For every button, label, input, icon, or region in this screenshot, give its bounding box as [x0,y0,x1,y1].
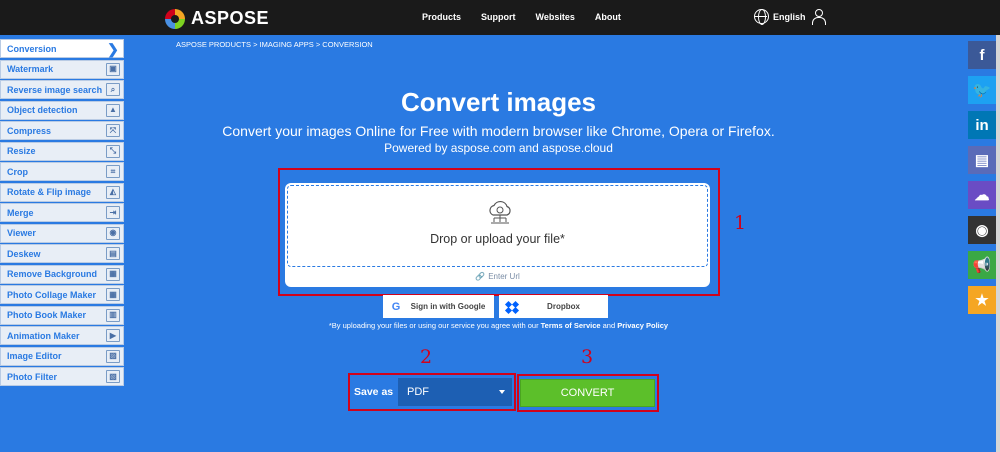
watermark-icon: ▣ [106,62,120,76]
convert-button[interactable]: CONVERT [520,379,655,407]
cloud-icon[interactable]: ☁ [968,181,996,209]
dropbox-icon [504,300,520,314]
chevron-right-icon: ❯ [107,40,119,57]
animation-icon: ▶ [106,329,120,342]
twitter-icon[interactable]: 🐦 [968,76,996,104]
language-label: English [773,11,806,22]
photo-book-icon: ▥ [106,308,120,322]
aspose-logo[interactable]: ASPOSE [165,8,269,29]
page-title: Convert images [400,87,597,117]
terms-and: and [600,321,618,330]
user-icon[interactable] [812,9,826,25]
star-icon[interactable]: ★ [968,286,996,314]
annotation-number-3: 3 [581,346,594,368]
sidebar-item-label: Crop [7,166,28,177]
annotation-number-2: 2 [420,346,433,368]
sidebar-item-label: Photo Filter [7,371,57,382]
document-icon[interactable]: ▤ [968,146,996,174]
facebook-icon[interactable]: f [968,41,996,69]
photo-filter-icon: ▧ [106,370,120,383]
nav-about[interactable]: About [595,12,621,22]
page-subtitle: Convert your images Online for Free with… [222,123,775,139]
rotate-flip-icon: ◭ [106,185,120,199]
google-icon: G [391,300,401,313]
terms-notice: *By uploading your files or using our se… [0,321,997,330]
google-signin-button[interactable]: G Sign in with Google [383,295,494,318]
remove-background-icon: ▦ [106,267,120,281]
sidebar-item-label: Viewer [7,228,36,238]
nav-products[interactable]: Products [422,12,461,22]
eye-icon: ◉ [106,226,120,240]
sidebar-item-label: Deskew [7,248,41,259]
enter-url-label: Enter Url [488,272,520,281]
upload-area[interactable]: Drop or upload your file* 🔗 Enter Url [285,183,710,287]
crop-icon: ⌗ [106,165,120,178]
enter-url-link[interactable]: 🔗 Enter Url [285,272,710,281]
aspose-logo-icon [165,8,185,29]
cloud-upload-icon [489,200,511,224]
terms-prefix: *By uploading your files or using our se… [328,321,541,330]
sidebar-item-label: Rotate & Flip image [7,187,92,197]
google-signin-label: Sign in with Google [410,302,486,311]
nav-websites[interactable]: Websites [536,12,575,22]
powered-by: Powered by aspose.com and aspose.cloud [384,141,613,155]
deskew-icon: ▤ [106,247,120,260]
sidebar-item-rotate-flip-image[interactable]: Rotate & Flip image ◭ [0,182,124,202]
sidebar-item-label: Watermark [7,64,54,74]
sidebar-item-merge[interactable]: Merge ⇥ [0,203,124,222]
linkedin-icon[interactable]: in [968,111,996,139]
drop-zone[interactable]: Drop or upload your file* [287,185,708,267]
caret-down-icon [499,390,505,394]
sidebar-item-deskew[interactable]: Deskew ▤ [0,244,124,263]
globe-icon [754,9,769,25]
dropbox-label: Dropbox [547,302,580,311]
sidebar-item-photo-collage-maker[interactable]: Photo Collage Maker ▦ [0,285,124,304]
sidebar-item-label: Conversion [7,43,57,54]
dropbox-button[interactable]: Dropbox [499,295,608,318]
megaphone-icon[interactable]: 📢 [968,251,996,279]
merge-icon: ⇥ [106,206,120,219]
sidebar-item-image-editor[interactable]: Image Editor ▨ [0,346,124,366]
sidebar-item-watermark[interactable]: Watermark ▣ [0,59,124,79]
logo-text: ASPOSE [191,8,270,28]
social-share-bar: f 🐦 in ▤ ☁ ◉ 📢 ★ [968,41,996,321]
sidebar-item-label: Remove Background [7,269,98,279]
main-nav: Products Support Websites About [422,12,641,22]
link-icon: 🔗 [475,272,486,281]
drop-upload-text[interactable]: Drop or upload your file* [288,232,707,246]
scrollbar[interactable] [996,35,1000,452]
annotation-number-1: 1 [734,212,747,234]
collage-icon: ▦ [106,288,120,301]
sidebar-item-conversion[interactable]: Conversion ❯ [0,39,124,58]
sidebar-item-viewer[interactable]: Viewer ◉ [0,223,124,243]
sidebar-item-crop[interactable]: Crop ⌗ [0,162,124,181]
github-icon[interactable]: ◉ [968,216,996,244]
format-select[interactable]: PDF [398,378,512,406]
sidebar-item-label: Image Editor [7,351,62,361]
sidebar-item-label: Photo Collage Maker [7,289,97,300]
top-header: ASPOSE Products Support Websites About E… [0,0,1000,35]
save-as-label: Save as [354,386,394,398]
format-value: PDF [407,386,429,398]
language-selector[interactable]: English [754,9,806,25]
nav-support[interactable]: Support [481,12,516,22]
sidebar-item-photo-filter[interactable]: Photo Filter ▧ [0,367,124,386]
terms-of-service-link[interactable]: Terms of Service [541,321,601,330]
sidebar-item-label: Photo Book Maker [7,310,87,320]
privacy-policy-link[interactable]: Privacy Policy [617,321,668,330]
image-editor-icon: ▨ [106,349,120,363]
sidebar-item-remove-background[interactable]: Remove Background ▦ [0,264,124,284]
sidebar-item-label: Animation Maker [7,330,80,341]
breadcrumb[interactable]: ASPOSE PRODUCTS > IMAGING APPS > CONVERS… [176,40,373,49]
sidebar-item-label: Merge [7,207,34,218]
